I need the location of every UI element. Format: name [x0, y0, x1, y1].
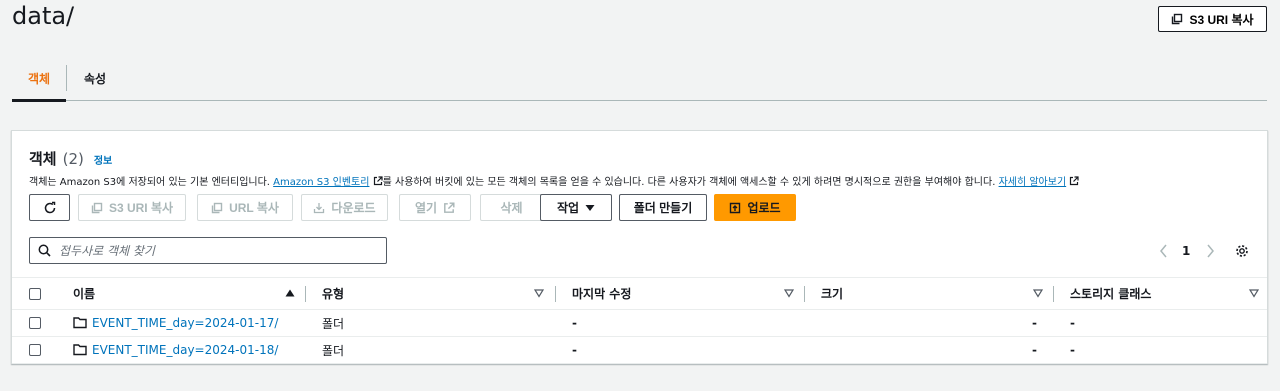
object-size: - [1032, 316, 1037, 330]
search-icon [38, 244, 51, 257]
current-page[interactable]: 1 [1182, 239, 1190, 263]
sort-ascending-icon[interactable] [285, 288, 295, 298]
sort-icon[interactable] [1033, 288, 1043, 298]
learn-more-link[interactable]: 자세히 알아보기 [999, 177, 1067, 188]
object-last-modified: - [572, 343, 577, 357]
tab-properties[interactable]: 속성 [84, 56, 106, 101]
download-icon [314, 202, 325, 213]
download-label: 다운로드 [331, 201, 376, 215]
chevron-right-icon[interactable] [1204, 239, 1216, 263]
open-button[interactable]: 열기 [399, 194, 471, 221]
copy-icon [1172, 13, 1183, 25]
refresh-icon [44, 201, 55, 213]
delete-button[interactable]: 삭제 [480, 194, 543, 221]
actions-dropdown[interactable]: 작업 [540, 194, 612, 221]
inventory-link[interactable]: Amazon S3 인벤토리 [273, 177, 369, 188]
search-placeholder: 접두사로 객체 찾기 [59, 244, 155, 258]
column-header-storage-class[interactable]: 스토리지 클래스 [1070, 278, 1151, 309]
object-name-link[interactable]: EVENT_TIME_day=2024-01-17/ [92, 310, 278, 336]
external-link-icon [444, 201, 455, 213]
actions-label: 작업 [556, 201, 580, 215]
object-name-link[interactable]: EVENT_TIME_day=2024-01-18/ [92, 337, 278, 363]
delete-label: 삭제 [500, 201, 523, 215]
object-storage-class: - [1070, 316, 1075, 330]
external-link-icon [1070, 176, 1079, 186]
upload-button[interactable]: 업로드 [714, 194, 796, 221]
upload-label: 업로드 [747, 201, 781, 215]
sort-icon[interactable] [1249, 288, 1259, 298]
column-separator [1053, 286, 1054, 302]
copy-s3-uri-label: S3 URI 복사 [108, 201, 174, 215]
table-row: EVENT_TIME_day=2024-01-17/ 폴더 - - - [12, 310, 1267, 337]
objects-panel-header: 객체 (2) 정보 [29, 148, 112, 169]
tab-objects[interactable]: 객체 [12, 56, 66, 102]
objects-count: (2) [62, 150, 84, 168]
copy-url-button[interactable]: URL 복사 [197, 194, 293, 221]
select-all-checkbox[interactable] [29, 288, 41, 300]
row-checkbox[interactable] [29, 317, 41, 329]
row-checkbox[interactable] [29, 344, 41, 356]
description-prefix: 객체는 Amazon S3에 저장되어 있는 기본 엔터티입니다. [29, 177, 274, 188]
copy-s3-uri-header-label: S3 URI 복사 [1189, 12, 1254, 27]
column-header-name[interactable]: 이름 [73, 278, 95, 309]
copy-s3-uri-header-button[interactable]: S3 URI 복사 [1158, 6, 1267, 32]
column-separator [804, 286, 805, 302]
caret-down-icon [585, 204, 595, 211]
info-link[interactable]: 정보 [94, 152, 112, 167]
page-title: data/ [12, 2, 75, 30]
object-type: 폴더 [322, 343, 345, 358]
copy-s3-uri-button[interactable]: S3 URI 복사 [78, 194, 186, 221]
objects-panel: 객체 (2) 정보 객체는 Amazon S3에 저장되어 있는 기본 엔터티입… [11, 130, 1268, 364]
tab-divider [66, 65, 67, 91]
folder-icon [73, 317, 87, 329]
chevron-left-icon[interactable] [1158, 239, 1170, 263]
column-header-last-modified[interactable]: 마지막 수정 [572, 278, 631, 309]
sort-icon[interactable] [534, 288, 544, 298]
copy-url-label: URL 복사 [229, 201, 279, 215]
copy-icon [91, 202, 103, 213]
download-button[interactable]: 다운로드 [301, 194, 388, 221]
column-header-size[interactable]: 크기 [821, 278, 843, 309]
column-separator [305, 286, 306, 302]
column-separator [555, 286, 556, 302]
object-storage-class: - [1070, 343, 1075, 357]
description-middle: 를 사용하여 버킷에 있는 모든 객체의 목록을 얻을 수 있습니다. 다른 사… [382, 177, 999, 188]
folder-icon [73, 344, 87, 356]
create-folder-label: 폴더 만들기 [633, 201, 693, 215]
object-last-modified: - [572, 316, 577, 330]
open-label: 열기 [414, 201, 438, 215]
search-input[interactable]: 접두사로 객체 찾기 [29, 237, 387, 264]
object-size: - [1032, 343, 1037, 357]
table-header: 이름 유형 마지막 수정 크기 스토리지 클래스 [12, 277, 1267, 310]
table-row: EVENT_TIME_day=2024-01-18/ 폴더 - - - [12, 337, 1267, 364]
gear-icon[interactable] [1235, 239, 1249, 263]
upload-icon [730, 202, 741, 213]
column-header-type[interactable]: 유형 [322, 278, 344, 309]
objects-panel-description: 객체는 Amazon S3에 저장되어 있는 기본 엔터티입니다. Amazon… [29, 173, 1079, 188]
refresh-button[interactable] [29, 194, 70, 221]
tab-bar: 객체 속성 [12, 56, 1267, 102]
create-folder-button[interactable]: 폴더 만들기 [619, 194, 707, 221]
sort-icon[interactable] [784, 288, 794, 298]
copy-icon [211, 202, 223, 213]
external-link-icon [373, 176, 383, 186]
object-type: 폴더 [322, 316, 345, 331]
objects-panel-title: 객체 [29, 150, 57, 168]
